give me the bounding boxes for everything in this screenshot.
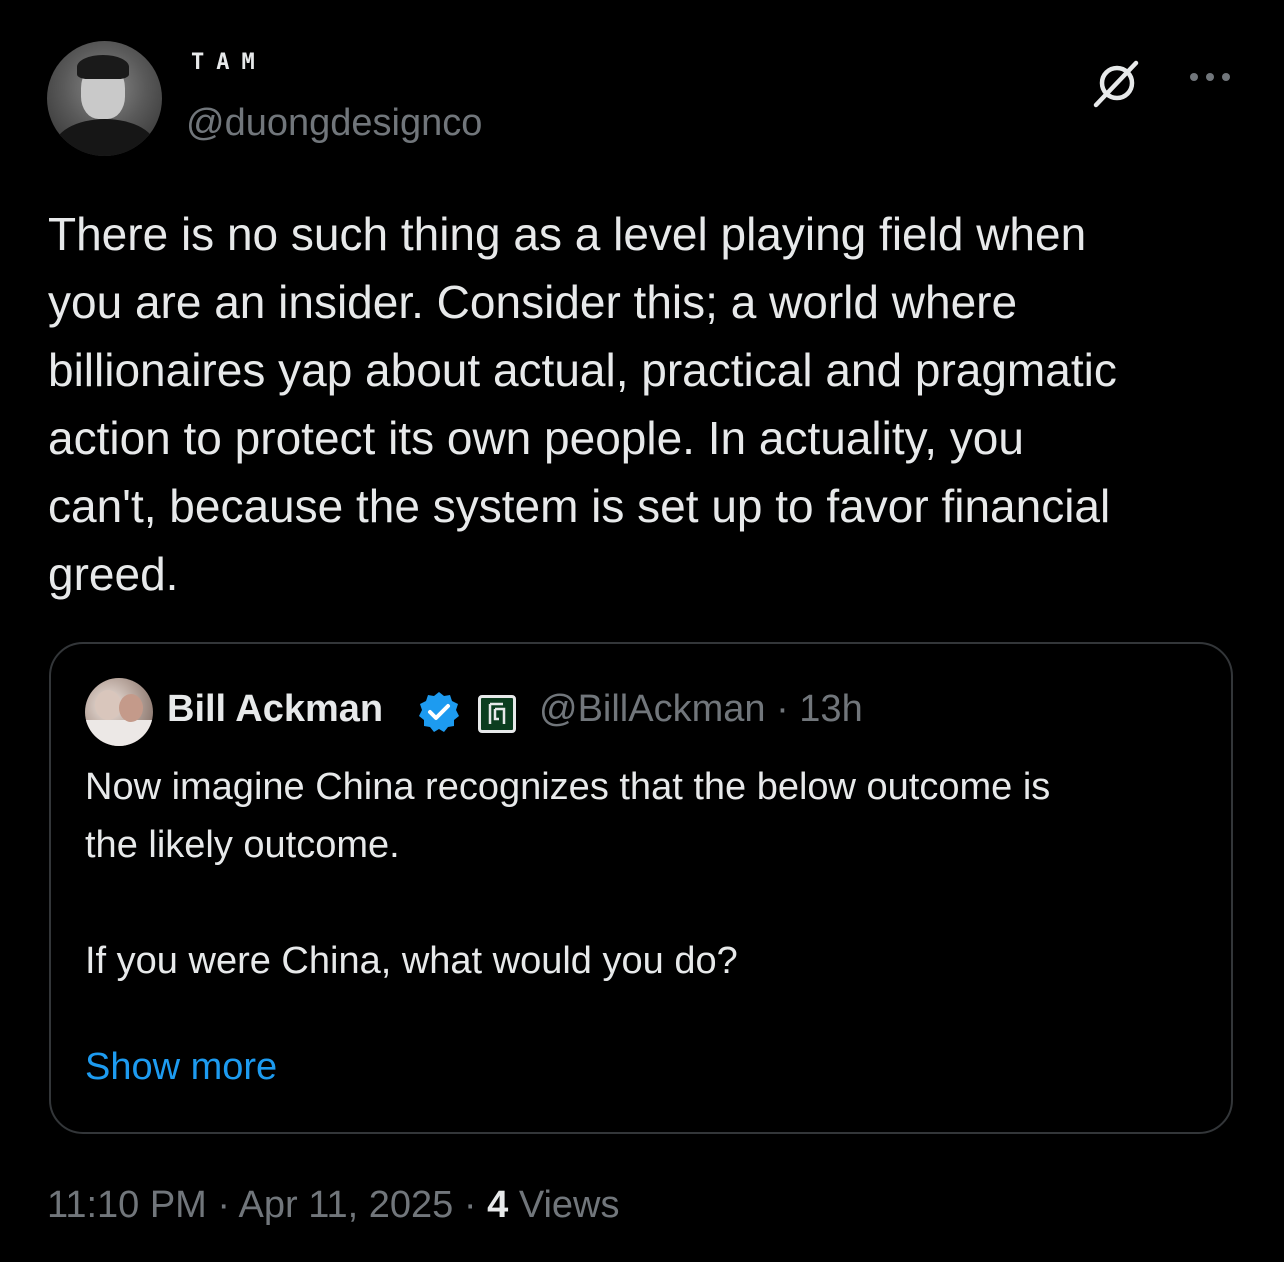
quoted-author-avatar[interactable] xyxy=(85,678,153,746)
quoted-timestamp[interactable]: 13h xyxy=(799,688,862,730)
author-display-name[interactable]: TAM xyxy=(191,50,267,75)
post-date[interactable]: Apr 11, 2025 xyxy=(239,1184,454,1226)
footer-separator: · xyxy=(217,1184,231,1226)
author-avatar[interactable] xyxy=(47,41,162,156)
quoted-author-handle[interactable]: @BillAckman xyxy=(539,688,766,730)
quoted-meta: @BillAckman · 13h xyxy=(539,688,863,731)
show-more-link[interactable]: Show more xyxy=(85,1046,277,1089)
post-footer: 11:10 PM · Apr 11, 2025 · 4 Views xyxy=(47,1184,620,1227)
quoted-text: Now imagine China recognizes that the be… xyxy=(85,766,1051,982)
verified-icon xyxy=(419,692,459,732)
post-time[interactable]: 11:10 PM xyxy=(47,1184,207,1226)
affiliate-icon[interactable] xyxy=(478,695,516,733)
post-text: There is no such thing as a level playin… xyxy=(48,208,1117,600)
footer-separator: · xyxy=(463,1184,477,1226)
views-label: Views xyxy=(518,1184,620,1226)
author-handle[interactable]: @duongdesignco xyxy=(186,102,482,145)
grok-icon[interactable] xyxy=(1090,58,1142,110)
quoted-author-name[interactable]: Bill Ackman xyxy=(167,688,383,731)
meta-separator: · xyxy=(776,688,789,730)
more-icon[interactable] xyxy=(1186,62,1234,92)
views-count: 4 xyxy=(487,1184,509,1226)
quoted-post[interactable]: Bill Ackman @BillAckman · 13h Now imagin… xyxy=(49,642,1233,1134)
